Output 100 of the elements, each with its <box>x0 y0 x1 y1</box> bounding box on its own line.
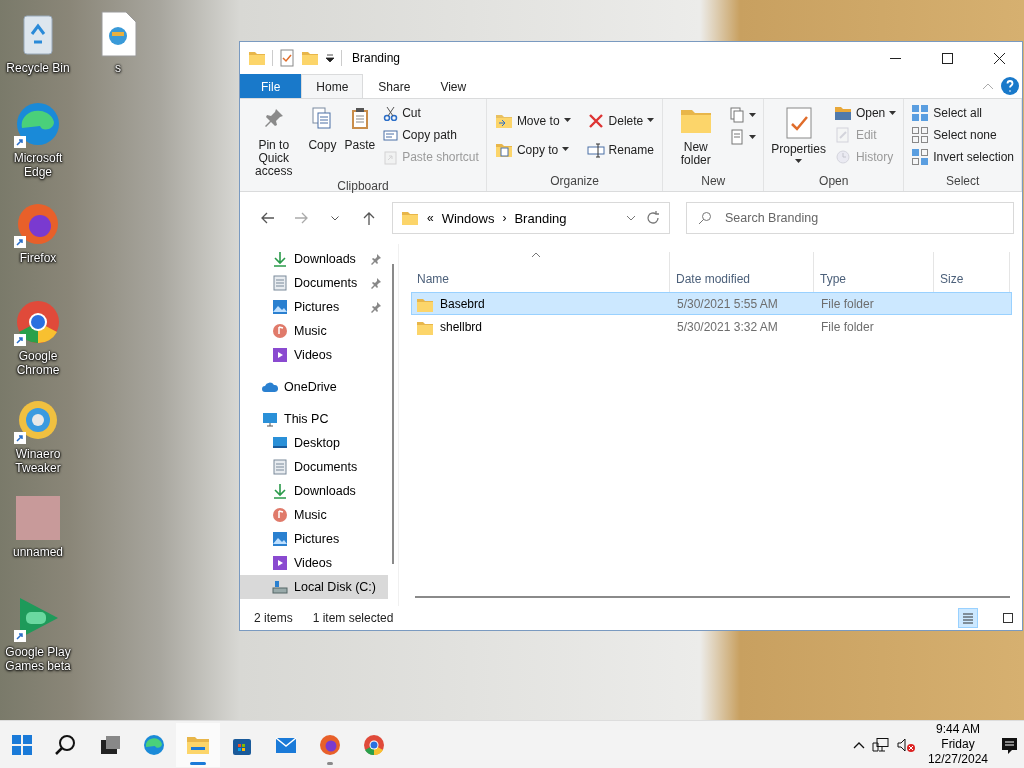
desktop-icon <box>272 435 288 451</box>
maximize-icon <box>941 52 953 64</box>
picture-icon <box>272 531 288 547</box>
start-icon <box>10 732 34 757</box>
chevron-down-icon <box>331 215 339 221</box>
ribbon-button[interactable]: Move to <box>490 106 575 135</box>
details-view-icon <box>960 610 976 626</box>
desktop-icon-label[interactable]: Microsoft Edge <box>0 151 76 179</box>
disk-icon <box>272 579 288 595</box>
ribbon-group-label: Select <box>944 173 981 190</box>
browser-icon <box>362 732 386 757</box>
ribbon-group-label: Open <box>818 173 850 190</box>
navigation-item[interactable]: Downloads <box>240 479 388 503</box>
desktop-icon-label[interactable]: Google Chrome <box>0 349 76 377</box>
address-bar[interactable]: « Windows › Branding <box>392 202 670 234</box>
ribbon-tab[interactable]: View <box>425 74 482 98</box>
desktop-icon-label[interactable]: Recycle Bin <box>4 61 72 75</box>
ribbon-button[interactable]: New folder <box>667 102 725 173</box>
clock-time: 9:44 AM <box>935 722 980 737</box>
ribbon-tab[interactable]: Home <box>301 74 364 98</box>
caret-icon[interactable] <box>325 52 335 64</box>
document-icon <box>272 275 288 291</box>
desktop-icon-label[interactable]: Google Play Games beta <box>0 645 76 673</box>
ribbon-button[interactable]: Paste <box>341 102 379 178</box>
folder-icon <box>833 104 852 122</box>
navigation-item[interactable]: Documents <box>240 455 388 479</box>
desktop-icon-label[interactable]: unnamed <box>10 545 65 559</box>
overflow-chevron[interactable]: « <box>427 211 434 225</box>
ribbon-button[interactable]: Invert selection <box>908 146 1017 168</box>
ribbon-button[interactable]: Pin to Quick access <box>244 102 304 178</box>
selection-count: 1 item selected <box>312 611 394 625</box>
select-none-icon <box>911 126 930 144</box>
details-view-button[interactable] <box>958 608 978 628</box>
edit-icon <box>833 126 852 144</box>
clock-day: Friday <box>941 737 975 752</box>
navigation-item[interactable]: Pictures <box>240 527 388 551</box>
ribbon-group-label: New <box>700 173 727 190</box>
forward-arrow-icon <box>293 211 309 225</box>
ribbon-tab[interactable]: Share <box>363 74 426 98</box>
navigation-item[interactable]: Videos <box>240 551 388 575</box>
ribbon-button[interactable]: Copy path <box>380 124 482 146</box>
file-row[interactable]: Basebrd 5/30/2021 5:55 AM File folder <box>411 292 1012 315</box>
navigation-item[interactable]: OneDrive <box>240 375 388 399</box>
download-icon <box>272 483 288 499</box>
history-icon <box>833 148 852 166</box>
type-cell-text: File folder <box>820 319 875 334</box>
up-arrow-icon <box>362 210 376 226</box>
ribbon-button[interactable]: Rename <box>582 135 659 164</box>
breadcrumb[interactable]: Branding <box>514 210 567 226</box>
network-icon[interactable] <box>871 736 890 753</box>
ribbon-button[interactable]: Copy <box>305 102 340 178</box>
large-icons-view-icon <box>1000 610 1016 626</box>
file-row[interactable]: shellbrd 5/30/2021 3:32 AM File folder <box>411 315 1012 338</box>
breadcrumb[interactable]: Windows <box>441 210 495 226</box>
file-name: shellbrd <box>440 319 483 334</box>
ribbon-button[interactable]: Open <box>830 102 900 124</box>
navigation-item[interactable]: This PC <box>240 407 388 431</box>
date-modified-cell-text: 5/30/2021 5:55 AM <box>676 296 779 311</box>
scissors-icon <box>383 105 399 121</box>
search-field[interactable]: Search Branding <box>686 202 1014 234</box>
easy-access-icon <box>729 129 746 145</box>
ribbon-button[interactable]: Cut <box>380 102 482 124</box>
desktop-icon-label[interactable]: Firefox <box>17 251 59 265</box>
monitor-icon <box>262 411 278 427</box>
refresh-icon[interactable] <box>645 210 661 226</box>
ribbon-button[interactable]: Copy to <box>490 135 575 164</box>
paste-shortcut-icon <box>383 149 399 165</box>
ribbon-button[interactable]: Select none <box>908 124 1017 146</box>
date-modified-cell-text: 5/30/2021 3:32 AM <box>676 319 779 334</box>
help-icon[interactable] <box>998 74 1022 98</box>
navigation-item[interactable]: Music <box>240 503 388 527</box>
clock[interactable]: 9:44 AM Friday 12/27/2024 <box>927 722 988 767</box>
ribbon-button[interactable]: Select all <box>908 102 1017 124</box>
breadcrumb-separator: › <box>502 211 507 225</box>
ribbon-group-label: Clipboard <box>336 178 390 194</box>
window-title: Branding <box>352 51 402 65</box>
video-icon <box>272 347 288 363</box>
delete-icon <box>586 111 605 130</box>
volume-icon[interactable] <box>895 736 916 753</box>
checkmark-document-icon[interactable] <box>279 49 295 67</box>
navigation-item[interactable]: Desktop <box>240 431 388 455</box>
copy-path-icon <box>383 127 399 143</box>
navigation-item[interactable]: Downloads <box>240 247 388 271</box>
picture-icon <box>272 299 288 315</box>
new-item-icon <box>729 107 746 123</box>
item-count: 2 items <box>254 611 293 625</box>
browser-icon[interactable] <box>14 100 62 148</box>
browser-icon <box>142 732 166 757</box>
navigation-item[interactable]: Pictures <box>240 295 388 319</box>
navigation-item[interactable]: Local Disk (C:) <box>240 575 388 599</box>
desktop-icon-label[interactable]: Winaero Tweaker <box>0 447 76 475</box>
ribbon-button[interactable]: Properties <box>768 102 829 173</box>
ribbon-tab[interactable]: File <box>240 74 302 98</box>
invert-selection-icon <box>911 148 930 166</box>
ribbon-button[interactable]: Delete <box>582 106 659 135</box>
horizontal-scrollbar[interactable] <box>415 596 1010 598</box>
browser-icon[interactable] <box>14 298 62 346</box>
navigation-item[interactable]: Videos <box>240 343 388 367</box>
navigation-item[interactable]: Music <box>240 319 388 343</box>
navigation-item[interactable]: Documents <box>240 271 388 295</box>
